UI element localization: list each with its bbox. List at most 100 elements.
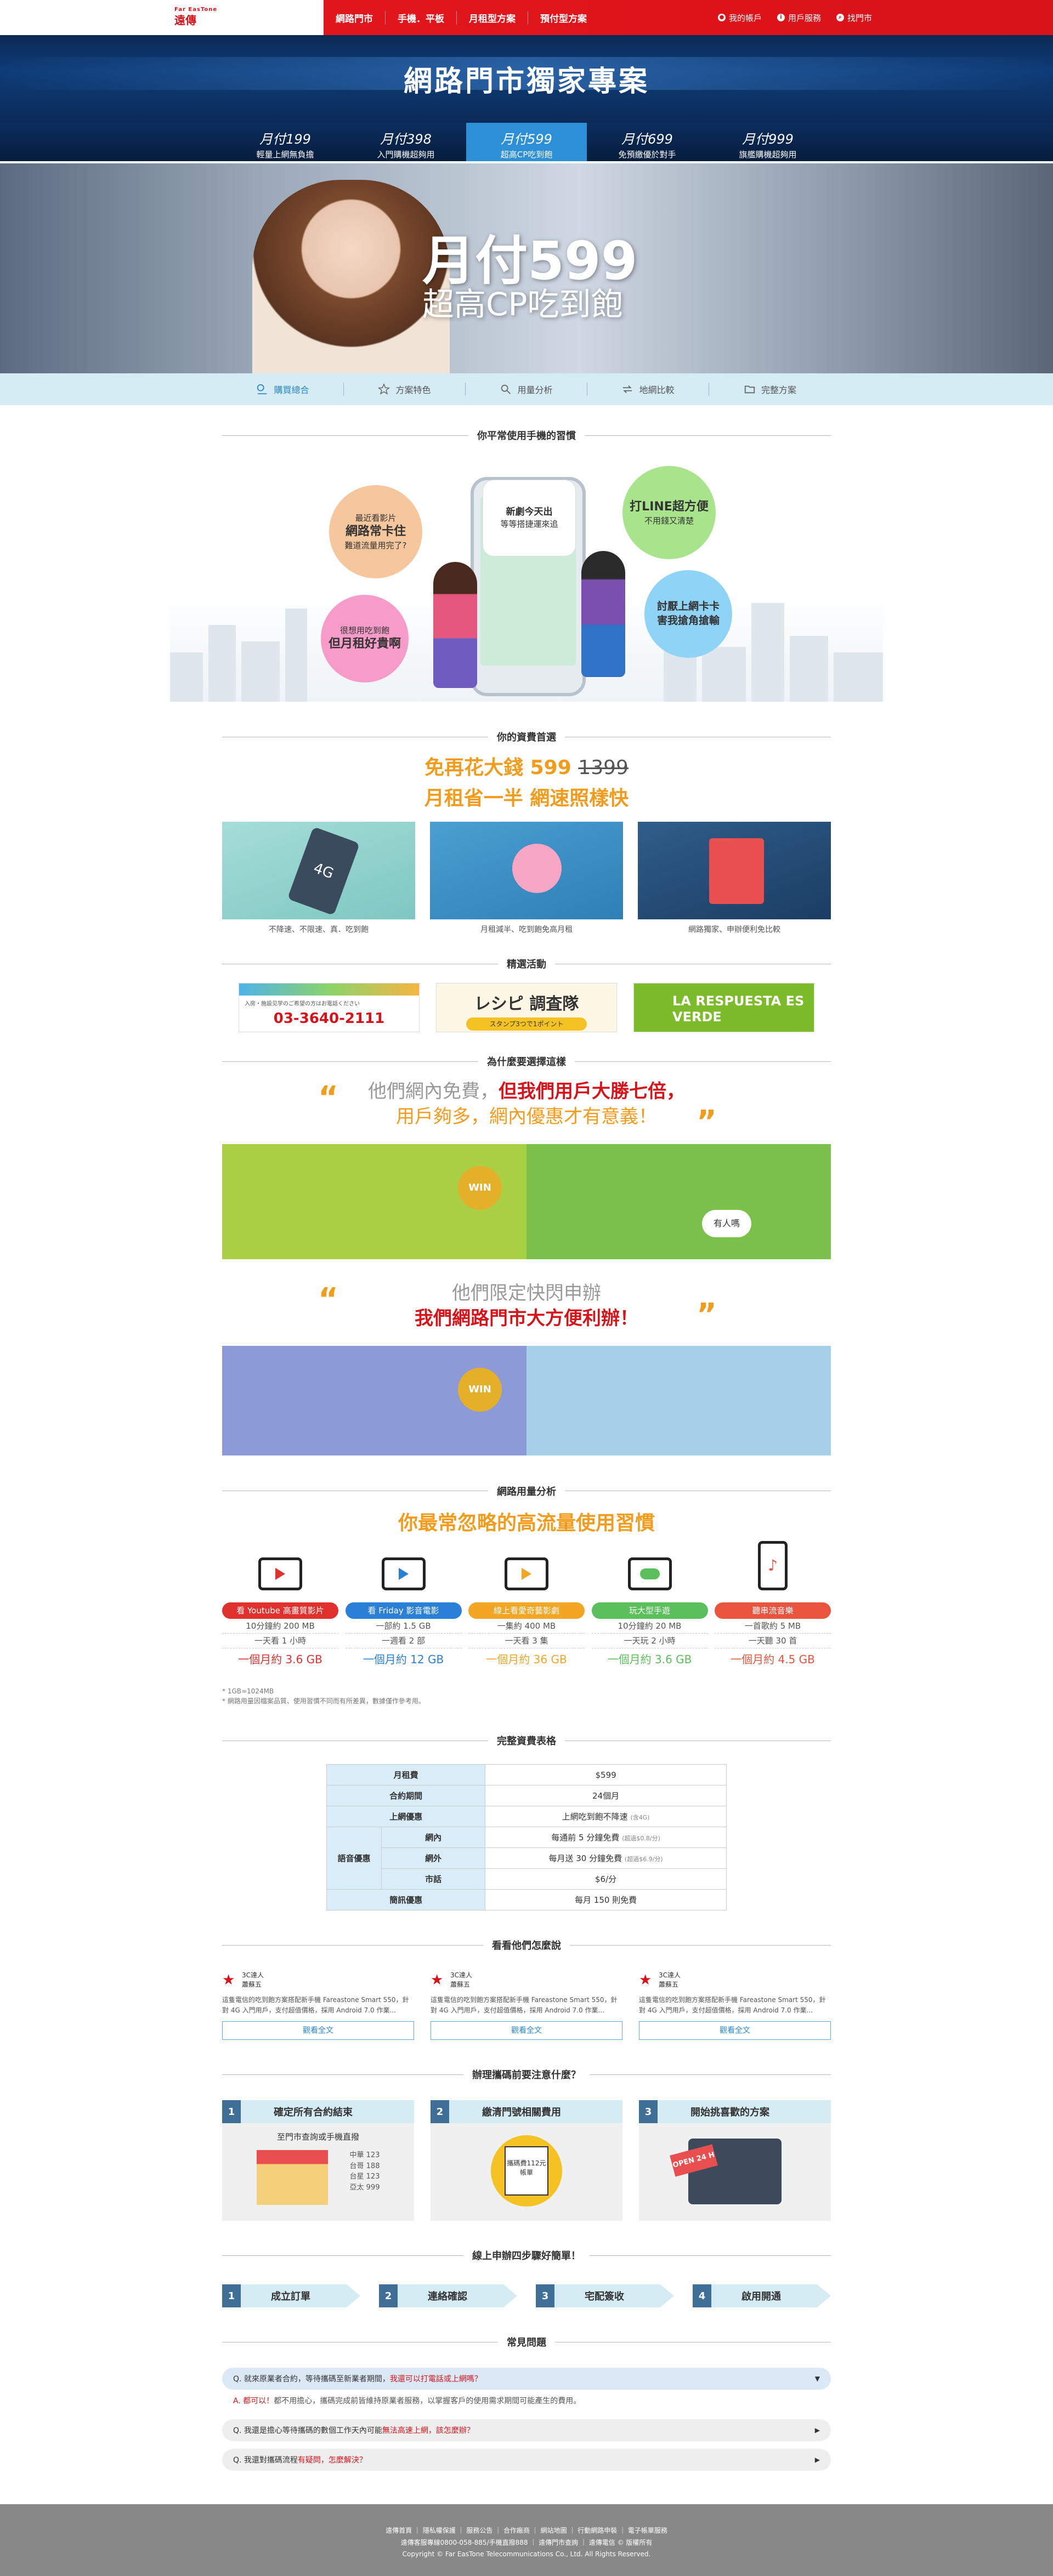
hero-banner: 月付599 超高CP吃到飽 — [0, 163, 1053, 373]
top-right-links: ● 我的帳戶 i 用戶服務 ⌕ 找門市 — [717, 0, 872, 35]
store-icon — [256, 2150, 328, 2205]
why-banner-2: WIN — [222, 1345, 831, 1455]
budget-cards: 4G 不降速、不限速、真．吃到飽 月租減半、吃到飽免高月租 網路獨家、申辦便利免… — [222, 822, 831, 935]
event-banners: 入房・施設见学のご希望の方はお電話ください 03-3640-2111 レシピ 調… — [239, 983, 814, 1032]
magnifier-icon — [501, 384, 511, 394]
read-more-button[interactable]: 觀看全文 — [431, 2021, 622, 2040]
star-icon: ★ — [222, 1971, 235, 1988]
woman-figure — [433, 562, 477, 688]
quote-close-icon: ” — [697, 1104, 717, 1140]
laptop-icon: OPEN 24 H — [670, 2139, 782, 2205]
table-heading: 完整資費表格 — [222, 1733, 831, 1748]
plan-tab-398[interactable]: 月付398 入門購機超夠用 — [346, 123, 466, 161]
notice-card: 1 確定所有合約結束 至門市查詢或手機直撥 中華 123 台哥 188 台星 123 亞… — [222, 2100, 414, 2221]
budget-heading: 你的資費首選 — [222, 730, 831, 744]
plan-tab-199[interactable]: 月付199 輕量上網無負擔 — [225, 123, 346, 161]
brand-logo[interactable]: Far EasTone 遠傳 — [174, 7, 235, 29]
bubble-drama: 新劇今天出 等等搭捷運來追 — [483, 480, 576, 556]
usage-item-game: 玩大型手遊 10分鐘約 20 MB 一天玩 2 小時 一個月約 3.6 GB — [591, 1557, 708, 1667]
hero-woman-image — [252, 180, 450, 373]
usage-items: 看 Youtube 高畫質影片 10分鐘約 200 MB 一天看 1 小時 一個月約 … — [222, 1540, 831, 1667]
table-row: 合約期間 24個月 — [326, 1785, 727, 1807]
plan-tabs: 月付199 輕量上網無負擔 月付398 入門購機超夠用 月付599 超高CP吃到飽 月… — [0, 123, 1053, 161]
usage-title: 你最常忽略的高流量使用習慣 — [398, 1511, 655, 1534]
reviews-heading: 看看他們怎麼說 — [222, 1938, 831, 1952]
usage-item-iqiyi: 線上看愛奇藝影劇 一集約 400 MB 一天看 3 集一個月約 36 GB — [468, 1557, 585, 1667]
bubble-line: 打LINE超方便 不用錢又清楚 — [622, 466, 716, 559]
table-row: 月租費 $599 — [326, 1764, 727, 1786]
quote-open-icon: “ — [318, 1080, 338, 1116]
footer-links[interactable]: 遠傳首頁 ｜ 隱私權保護 ｜ 服務公告 ｜ 合作廠商 ｜ 網站地圖 ｜ 行動網路… — [0, 2525, 1053, 2537]
plan-tab-699[interactable]: 月付699 免預繳優於對手 — [587, 123, 707, 161]
nav-prepaid-plans[interactable]: 預付型方案 — [528, 11, 599, 25]
chevron-right-icon: ▶ — [814, 2426, 820, 2435]
read-more-button[interactable]: 觀看全文 — [222, 2021, 414, 2040]
usage-item-youtube: 看 Youtube 高畫質影片 10分鐘約 200 MB 一天看 1 小時 一個月約 … — [222, 1557, 338, 1667]
chevron-down-icon: ▼ — [814, 2375, 820, 2383]
store-locator-link[interactable]: ⌕ 找門市 — [836, 12, 872, 24]
reviews: ★ 3C達人 蕭蘇五 這隻電信的吃到飽方案搭配新手機 Fareastone Smart… — [222, 1971, 831, 2040]
info-icon: i — [777, 14, 785, 21]
nav-phones-tablets[interactable]: 手機．平板 — [386, 10, 457, 25]
section-nav-item[interactable]: 完整方案 — [709, 383, 831, 396]
notice-card: 2 繳清門號相關費用 攜碼費112元 帳單 — [431, 2100, 622, 2221]
section-nav-item[interactable]: 用量分析 — [466, 383, 587, 396]
table-row: 上網優惠 上網吃到飽不降速 (含4G) — [326, 1806, 727, 1828]
bubble-video: 最近看影片 網路常卡住 難道流量用完了? — [329, 485, 422, 578]
review-card: ★ 3C達人 蕭蘇五 這隻電信的吃到飽方案搭配新手機 Fareastone Smart… — [431, 1971, 622, 2040]
bubble-unlimited: 很想用吃到飽 但月租好貴啊 — [321, 595, 409, 683]
star-icon: ★ — [431, 1971, 444, 1988]
section-nav-item[interactable]: 地網比較 — [587, 383, 709, 396]
budget-card: 4G 不降速、不限速、真．吃到飽 — [222, 822, 415, 935]
youtube-icon — [258, 1557, 302, 1590]
budget-card: 網路獨家、申辦便利免比較 — [638, 822, 831, 935]
nav-monthly-plans[interactable]: 月租型方案 — [457, 10, 528, 25]
step-item: 1 成立訂單 — [222, 2284, 360, 2308]
drama-play-icon — [505, 1557, 548, 1590]
quote-1: “ 他們網內免費，但我們用戶大勝七倍， 用戶夠多，網內優惠才有意義！ ” — [0, 1079, 1053, 1140]
step-item: 2 連絡確認 — [379, 2284, 517, 2308]
faq-question[interactable]: Q. 我還是擔心等待攜碼的數個工作天內可能 無法高速上網，該怎麼辦？ ▶ — [222, 2419, 831, 2442]
top-bar: Far EasTone 遠傳 網路門市 手機．平板 月租型方案 預付型方案 ● 我… — [0, 0, 1053, 35]
compare-icon — [257, 384, 267, 395]
event-banner[interactable]: 入房・施設见学のご希望の方はお電話ください 03-3640-2111 — [239, 983, 420, 1032]
event-banner[interactable]: レシピ 調査隊 スタンプ3つで1ポイント — [436, 983, 617, 1032]
event-banner[interactable]: LA RESPUESTA ES VERDE — [633, 983, 814, 1032]
table-row: 語音優惠 網內 每通前 5 分鐘免費 (超過$0.8/分) — [326, 1827, 727, 1890]
piggy-bank-icon — [512, 844, 562, 893]
budget-subheadline: 月租省一半 網速照樣快 — [424, 787, 629, 810]
arrows-icon — [623, 385, 632, 394]
usage-notes: * 1GB=1024MB * 網路用量因檔案品質、使用習慣不同而有所差異，數據僅… — [222, 1687, 425, 1705]
nav-online-store[interactable]: 網路門市 — [324, 10, 386, 25]
folder-icon — [744, 385, 755, 394]
usage-heading: 網路用量分析 — [222, 1484, 831, 1498]
step-item: 3 宅配簽收 — [536, 2284, 674, 2308]
customer-service-link[interactable]: i 用戶服務 — [777, 12, 821, 24]
faq-heading: 常見問題 — [222, 2335, 831, 2349]
search-icon: ⌕ — [836, 14, 844, 21]
star-icon: ★ — [639, 1971, 652, 1988]
read-more-button[interactable]: 觀看全文 — [639, 2021, 831, 2040]
events-heading: 精選活動 — [222, 957, 831, 971]
store-phone-icon — [709, 838, 764, 904]
section-nav-item[interactable]: 購買總合 — [222, 383, 344, 396]
page-title: 網路門市獨家專案 — [403, 65, 649, 98]
faq-list: Q. 就來原業者合約，等待攜碼至新業者期間， 我還可以打電話或上網嗎？ ▼ A. 都… — [222, 2368, 831, 2471]
rate-table: 月租費 $599 合約期間 24個月 上網優惠 上網吃到飽不降速 (含4G) 語音優惠… — [326, 1764, 727, 1911]
usage-item-friday: 看 Friday 影音電影 一部約 1.5 GB 一週看 2 部一個月約 12 GB — [345, 1557, 462, 1667]
quote-2: “ 他們限定快閃申辦 我們網路門市大方便利辦！ ” — [0, 1281, 1053, 1333]
table-row: 簡訊優惠 每月 150 則免費 — [326, 1889, 727, 1911]
my-account-link[interactable]: ● 我的帳戶 — [717, 12, 762, 24]
faq-question[interactable]: Q. 我還對攜碼流程 有疑問，怎麼解決？ ▶ — [222, 2449, 831, 2471]
quote-open-icon: “ — [318, 1281, 338, 1317]
chevron-right-icon: ▶ — [814, 2456, 820, 2464]
win-medal-icon: WIN — [458, 1367, 502, 1412]
gamepad-icon — [627, 1557, 672, 1590]
steps: 1 成立訂單 2 連絡確認 3 宅配簽收 4 啟用開通 — [222, 2284, 831, 2308]
bill-icon: 攜碼費112元 帳單 — [491, 2135, 562, 2207]
plan-tab-999[interactable]: 月付999 旗艦購機超夠用 — [707, 123, 828, 161]
bubble-lag: 討厭上網卡卡 害我搶角搶輸 — [644, 570, 732, 658]
section-nav-item[interactable]: 方案特色 — [344, 383, 466, 396]
faq-question[interactable]: Q. 就來原業者合約，等待攜碼至新業者期間， 我還可以打電話或上網嗎？ ▼ — [222, 2368, 831, 2390]
plan-tab-599[interactable]: 月付599 超高CP吃到飽 — [466, 123, 587, 161]
